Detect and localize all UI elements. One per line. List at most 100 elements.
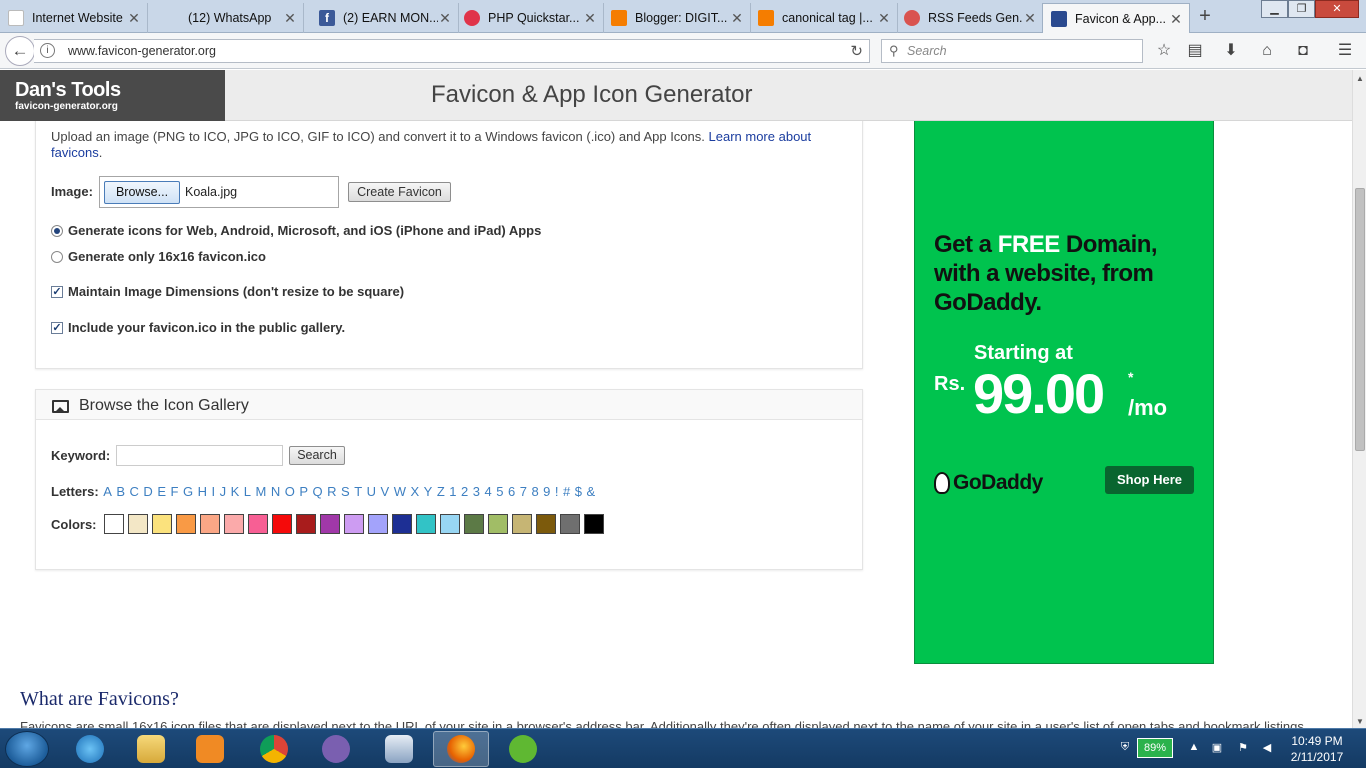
letter-link[interactable]: Z: [437, 484, 445, 499]
utorrent-icon[interactable]: [495, 731, 551, 767]
chrome-icon[interactable]: [246, 731, 302, 767]
letter-link[interactable]: C: [130, 484, 139, 499]
letter-link[interactable]: D: [143, 484, 152, 499]
reload-icon[interactable]: ↻: [850, 42, 863, 60]
search-input[interactable]: ⚲ Search: [881, 39, 1143, 63]
media-player-icon[interactable]: [182, 731, 238, 767]
color-swatch[interactable]: [295, 514, 316, 534]
home-icon[interactable]: ⌂: [1257, 41, 1277, 61]
keyword-input[interactable]: [116, 445, 283, 466]
tab-internet-website[interactable]: Internet Website D... ✕: [0, 3, 148, 33]
letter-link[interactable]: 7: [520, 484, 527, 499]
letter-link[interactable]: 6: [508, 484, 515, 499]
bookmark-star-icon[interactable]: ☆: [1154, 41, 1174, 61]
shield-icon[interactable]: ⛨: [1118, 741, 1132, 755]
public-gallery-checkbox[interactable]: ✓: [51, 321, 63, 334]
info-icon[interactable]: i: [40, 43, 55, 58]
letter-link[interactable]: X: [411, 484, 420, 499]
firefox-icon[interactable]: [433, 731, 489, 767]
letter-link[interactable]: 3: [473, 484, 480, 499]
pocket-icon[interactable]: ◘: [1293, 41, 1313, 61]
close-window-button[interactable]: ✕: [1315, 0, 1359, 18]
letter-link[interactable]: 1: [449, 484, 456, 499]
letter-link[interactable]: Q: [313, 484, 323, 499]
ie-icon[interactable]: [62, 731, 118, 767]
letter-link[interactable]: W: [394, 484, 406, 499]
color-swatch[interactable]: [487, 514, 508, 534]
option-16-row[interactable]: Generate only 16x16 favicon.ico: [51, 249, 266, 264]
create-favicon-button[interactable]: Create Favicon: [348, 182, 451, 202]
letter-link[interactable]: 4: [485, 484, 492, 499]
scroll-up-icon[interactable]: ▲: [1356, 74, 1364, 83]
color-swatch[interactable]: [127, 514, 148, 534]
media-next-icon[interactable]: [371, 731, 427, 767]
radio-all-platforms[interactable]: [51, 224, 63, 237]
color-swatch[interactable]: [343, 514, 364, 534]
color-swatch[interactable]: [559, 514, 580, 534]
url-text[interactable]: www.favicon-generator.org: [68, 44, 216, 58]
letter-link[interactable]: J: [220, 484, 227, 499]
close-icon[interactable]: ✕: [877, 10, 891, 27]
scroll-thumb[interactable]: [1355, 188, 1365, 451]
color-swatch[interactable]: [439, 514, 460, 534]
godaddy-ad[interactable]: Get a FREE Domain, with a website, from …: [914, 121, 1214, 664]
color-swatch[interactable]: [391, 514, 412, 534]
close-icon[interactable]: ✕: [438, 10, 452, 27]
close-icon[interactable]: ✕: [730, 10, 744, 27]
letter-link[interactable]: G: [183, 484, 193, 499]
letter-link[interactable]: M: [255, 484, 266, 499]
close-icon[interactable]: ✕: [1169, 11, 1183, 28]
minimize-button[interactable]: ▁: [1261, 0, 1288, 18]
color-swatch[interactable]: [103, 514, 124, 534]
color-swatch[interactable]: [463, 514, 484, 534]
color-swatch[interactable]: [535, 514, 556, 534]
color-swatch[interactable]: [319, 514, 340, 534]
letter-link[interactable]: K: [231, 484, 240, 499]
letter-link[interactable]: I: [211, 484, 215, 499]
color-swatch[interactable]: [367, 514, 388, 534]
action-center-icon[interactable]: ⚑: [1236, 741, 1250, 755]
tab-canonical[interactable]: canonical tag |... ✕: [750, 3, 898, 33]
reading-list-icon[interactable]: ▤: [1185, 41, 1205, 61]
letter-link[interactable]: V: [381, 484, 390, 499]
color-swatch[interactable]: [223, 514, 244, 534]
color-swatch[interactable]: [511, 514, 532, 534]
letter-link[interactable]: L: [244, 484, 251, 499]
explorer-icon[interactable]: [123, 731, 179, 767]
start-button[interactable]: [5, 731, 49, 767]
maximize-button[interactable]: ❐: [1288, 0, 1315, 18]
color-swatch[interactable]: [271, 514, 292, 534]
color-swatch[interactable]: [247, 514, 268, 534]
public-gallery-row[interactable]: ✓ Include your favicon.ico in the public…: [51, 320, 345, 335]
battery-indicator[interactable]: 89%: [1137, 738, 1173, 758]
letter-link[interactable]: !: [555, 484, 559, 499]
tab-facebook[interactable]: f (2) EARN MON... ✕: [311, 3, 459, 33]
letter-link[interactable]: 2: [461, 484, 468, 499]
letter-link[interactable]: #: [563, 484, 570, 499]
gallery-search-button[interactable]: Search: [289, 446, 345, 465]
maintain-dimensions-checkbox[interactable]: ✓: [51, 285, 63, 298]
letter-link[interactable]: N: [271, 484, 280, 499]
scroll-down-icon[interactable]: ▼: [1356, 717, 1364, 726]
back-button[interactable]: ←: [5, 36, 35, 66]
color-swatch[interactable]: [415, 514, 436, 534]
letter-link[interactable]: F: [170, 484, 178, 499]
download-icon[interactable]: ⬇: [1221, 41, 1241, 61]
close-icon[interactable]: ✕: [127, 10, 141, 27]
menu-icon[interactable]: ☰: [1335, 41, 1355, 61]
close-icon[interactable]: ✕: [583, 10, 597, 27]
letter-link[interactable]: H: [198, 484, 207, 499]
letter-link[interactable]: S: [341, 484, 350, 499]
app-hex-icon[interactable]: [308, 731, 364, 767]
letter-link[interactable]: R: [327, 484, 336, 499]
letter-link[interactable]: B: [116, 484, 125, 499]
file-input[interactable]: Browse... Koala.jpg: [99, 176, 339, 208]
tab-blogger[interactable]: Blogger: DIGIT... ✕: [603, 3, 751, 33]
letter-link[interactable]: 9: [543, 484, 550, 499]
letter-link[interactable]: 5: [496, 484, 503, 499]
address-bar[interactable]: i www.favicon-generator.org ↻: [34, 39, 870, 63]
show-hidden-icon[interactable]: ▲: [1187, 741, 1201, 755]
browse-button[interactable]: Browse...: [104, 181, 180, 204]
letter-link[interactable]: T: [354, 484, 362, 499]
volume-icon[interactable]: ◀: [1260, 741, 1274, 755]
